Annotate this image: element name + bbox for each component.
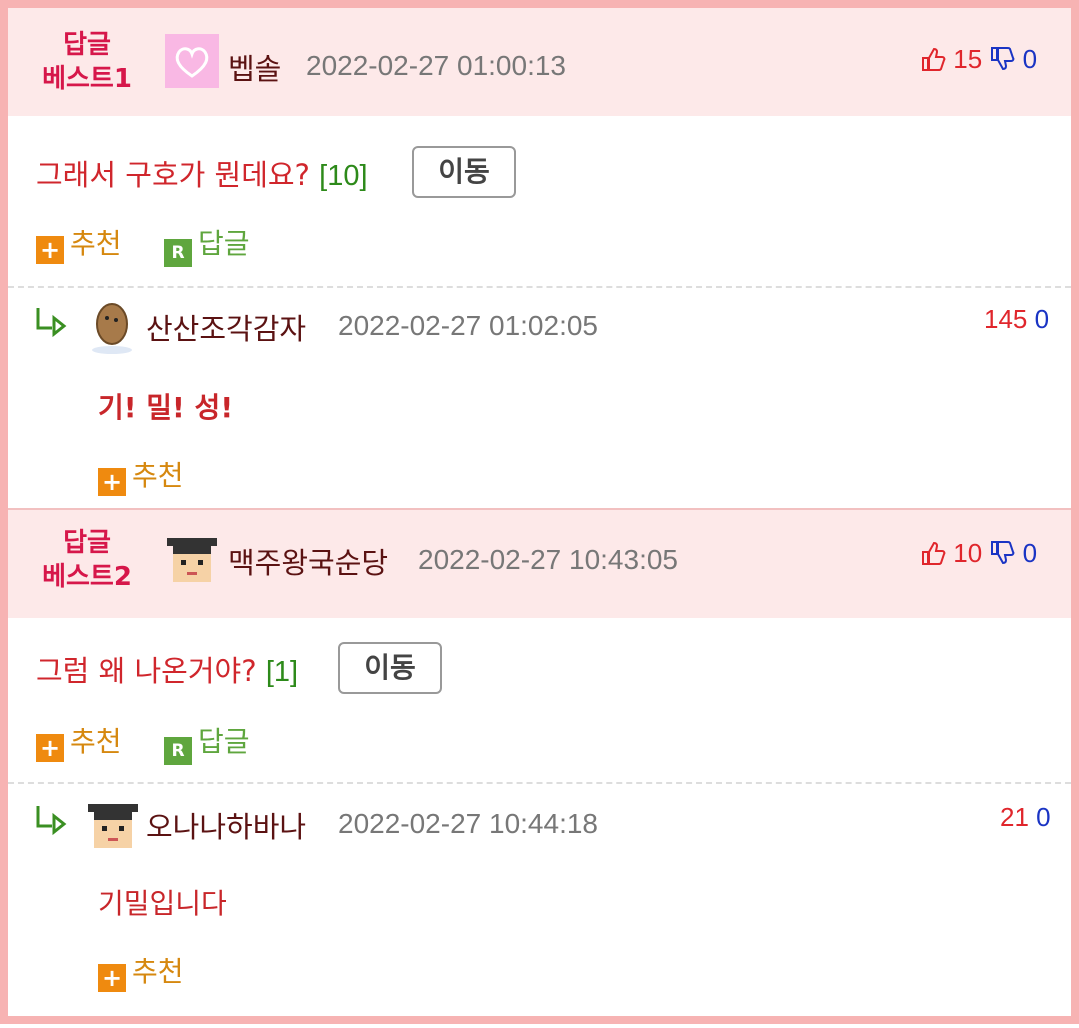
best-label-line1: 답글 <box>63 528 111 558</box>
post-title[interactable]: 그럼 왜 나온거야? [1] <box>36 648 298 690</box>
post-date: 2022-02-27 01:00:13 <box>306 50 566 81</box>
best-reply-header: 답글 베스트2 맥주왕국순당 2022-02-27 10:43:05 10 0 <box>8 510 1071 618</box>
best-label: 답글 베스트2 <box>32 526 142 594</box>
comment-vote-counts: 145 0 <box>984 304 1049 335</box>
recommend-label: 추천 <box>70 227 122 260</box>
up-count: 15 <box>953 44 983 74</box>
best-label-line2: 베스트2 <box>42 562 132 592</box>
comment-count: [10] <box>319 160 368 192</box>
down-count: 0 <box>1022 538 1038 568</box>
vote-counts: 10 0 <box>920 538 1037 569</box>
comment-down-count[interactable]: 0 <box>1035 304 1049 334</box>
comment-author-nickname[interactable]: 산산조각감자 <box>146 306 306 348</box>
post-date: 2022-02-27 10:43:05 <box>418 544 678 575</box>
plus-icon: + <box>98 964 126 992</box>
heart-avatar-icon[interactable] <box>165 34 219 88</box>
reply-r-icon: R <box>164 737 192 765</box>
comment-vote-counts: 21 0 <box>1000 802 1051 833</box>
best-reply-header: 답글 베스트1 벱솔 2022-02-27 01:00:13 15 0 <box>8 8 1071 116</box>
reply-r-icon: R <box>164 239 192 267</box>
post-title[interactable]: 그래서 구호가 뭔데요? [10] <box>36 152 368 194</box>
recommend-label: 추천 <box>132 955 184 988</box>
post-title-text[interactable]: 그래서 구호가 뭔데요? <box>36 158 310 192</box>
reply-arrow-icon <box>34 802 70 845</box>
comment-date: 2022-02-27 01:02:05 <box>338 310 598 341</box>
best-label-line1: 답글 <box>63 30 111 60</box>
post-title-text[interactable]: 그럼 왜 나온거야? <box>36 654 257 688</box>
comment-author-nickname[interactable]: 오나나하바나 <box>146 804 306 846</box>
best-label-line2: 베스트1 <box>42 64 132 94</box>
comment-text: 기밀입니다 <box>98 887 227 920</box>
graduate-avatar-icon[interactable] <box>165 532 219 586</box>
thumbs-up-icon[interactable] <box>920 44 953 74</box>
author-nickname[interactable]: 맥주왕국순당 <box>228 540 388 582</box>
comment-down-count[interactable]: 0 <box>1036 802 1050 832</box>
comment-count: [1] <box>265 656 299 688</box>
reply-button[interactable]: R 답글 <box>164 222 250 267</box>
reply-arrow-icon <box>34 304 70 347</box>
plus-icon: + <box>98 468 126 496</box>
comment-up-count[interactable]: 21 <box>1000 802 1029 832</box>
author-nickname[interactable]: 벱솔 <box>228 46 281 88</box>
graduate-avatar-icon[interactable] <box>86 798 140 852</box>
potato-avatar-icon[interactable] <box>86 298 138 358</box>
divider <box>8 782 1071 784</box>
recommend-button[interactable]: + 추천 <box>36 720 122 762</box>
recommend-button[interactable]: + 추천 <box>36 222 122 264</box>
best-label: 답글 베스트1 <box>32 28 142 96</box>
comment-up-count[interactable]: 145 <box>984 304 1027 334</box>
down-count: 0 <box>1022 44 1038 74</box>
move-button[interactable]: 이동 <box>338 642 442 694</box>
comment-recommend-button[interactable]: + 추천 <box>98 950 184 992</box>
best-replies-panel: 답글 베스트1 벱솔 2022-02-27 01:00:13 15 0 그래서 … <box>0 0 1079 1024</box>
move-button[interactable]: 이동 <box>412 146 516 198</box>
thumbs-up-icon[interactable] <box>920 538 953 568</box>
plus-icon: + <box>36 236 64 264</box>
recommend-label: 추천 <box>132 459 184 492</box>
comment-text: 기! 밀! 성! <box>98 391 234 424</box>
vote-counts: 15 0 <box>920 44 1037 75</box>
divider <box>8 286 1071 288</box>
reply-label: 답글 <box>198 227 250 260</box>
thumbs-down-icon[interactable] <box>989 44 1022 74</box>
reply-button[interactable]: R 답글 <box>164 720 250 765</box>
comment-date: 2022-02-27 10:44:18 <box>338 808 598 839</box>
comment-recommend-button[interactable]: + 추천 <box>98 454 184 496</box>
up-count: 10 <box>953 538 983 568</box>
recommend-label: 추천 <box>70 725 122 758</box>
plus-icon: + <box>36 734 64 762</box>
thumbs-down-icon[interactable] <box>989 538 1022 568</box>
reply-label: 답글 <box>198 725 250 758</box>
